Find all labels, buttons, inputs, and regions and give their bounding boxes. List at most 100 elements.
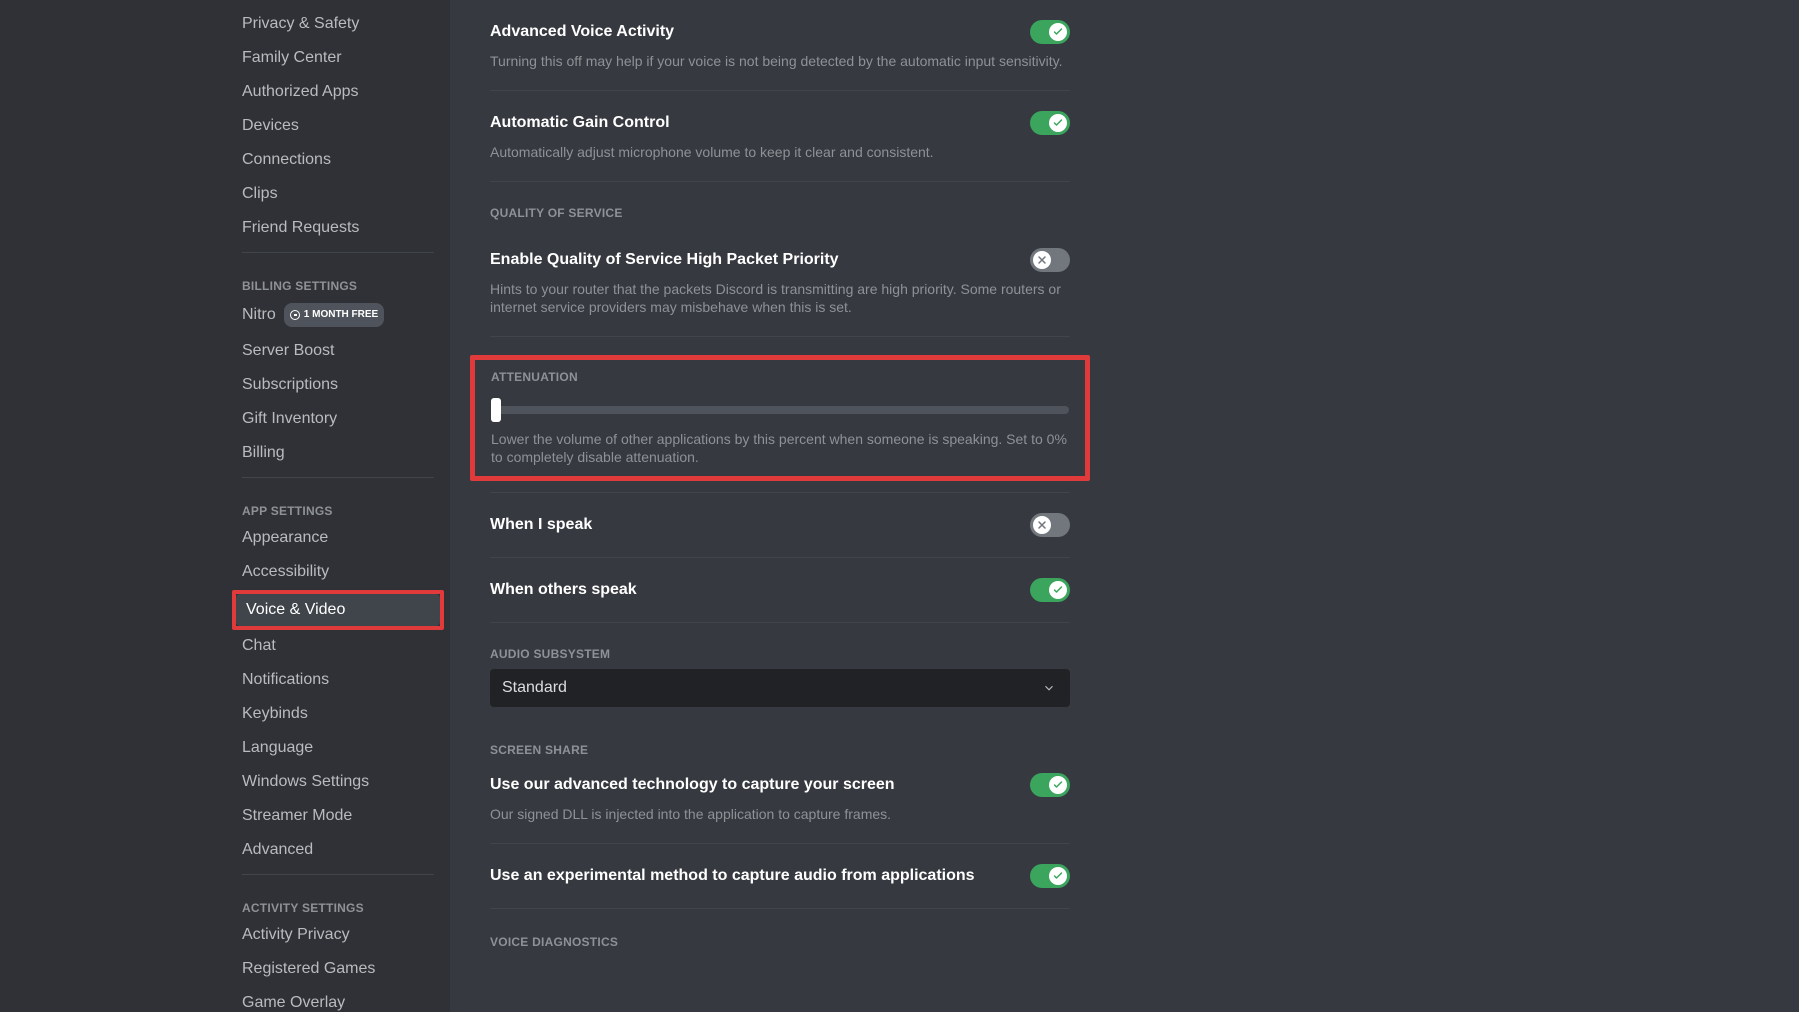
toggle-when-i-speak[interactable] [1030, 513, 1070, 537]
sidebar-item-connections[interactable]: Connections [232, 144, 444, 176]
content-inner: Advanced Voice Activity Turning this off… [490, 0, 1070, 1012]
divider [490, 481, 1070, 493]
sidebar-item-gift-inventory[interactable]: Gift Inventory [232, 403, 444, 435]
x-icon [1036, 519, 1048, 531]
x-icon [1036, 254, 1048, 266]
toggle-knob [1033, 516, 1051, 534]
settings-content: Advanced Voice Activity Turning this off… [450, 0, 1799, 1012]
slider-track [491, 406, 1069, 414]
check-icon [1052, 870, 1064, 882]
clock-icon [290, 310, 300, 320]
setting-title: Advanced Voice Activity [490, 23, 674, 41]
sidebar-item-language[interactable]: Language [232, 732, 444, 764]
section-header-qos: Quality of Service [490, 206, 1070, 220]
check-icon [1052, 26, 1064, 38]
sidebar-item-appearance[interactable]: Appearance [232, 522, 444, 554]
toggle-when-others-speak[interactable] [1030, 578, 1070, 602]
setting-title: When I speak [490, 516, 592, 534]
setting-title: Use our advanced technology to capture y… [490, 776, 895, 794]
setting-desc: Hints to your router that the packets Di… [490, 280, 1070, 316]
sidebar-header-activity: Activity Settings [232, 883, 444, 919]
setting-desc: Automatically adjust microphone volume t… [490, 143, 1070, 161]
toggle-advanced-voice-activity[interactable] [1030, 20, 1070, 44]
toggle-knob [1049, 23, 1067, 41]
settings-app: Privacy & Safety Family Center Authorize… [0, 0, 1799, 1012]
sidebar-item-advanced[interactable]: Advanced [232, 834, 444, 866]
chevron-down-icon [1040, 679, 1058, 697]
setting-head: When others speak [490, 578, 1070, 602]
sidebar-item-authorized-apps[interactable]: Authorized Apps [232, 76, 444, 108]
sidebar-item-activity-privacy[interactable]: Activity Privacy [232, 919, 444, 951]
setting-title: Enable Quality of Service High Packet Pr… [490, 251, 839, 269]
sidebar-divider [242, 874, 434, 875]
setting-automatic-gain-control: Automatic Gain Control Automatically adj… [490, 91, 1070, 182]
sidebar-item-privacy-safety[interactable]: Privacy & Safety [232, 8, 444, 40]
setting-head: When I speak [490, 513, 1070, 537]
toggle-knob [1049, 114, 1067, 132]
sidebar-item-label: Nitro [242, 305, 276, 325]
sidebar-item-server-boost[interactable]: Server Boost [232, 335, 444, 367]
sidebar-item-accessibility[interactable]: Accessibility [232, 556, 444, 588]
toggle-knob [1049, 581, 1067, 599]
sidebar-item-keybinds[interactable]: Keybinds [232, 698, 444, 730]
dropdown-value: Standard [502, 679, 567, 697]
sidebar-item-nitro[interactable]: Nitro 1 MONTH FREE [232, 297, 444, 333]
sidebar-item-friend-requests[interactable]: Friend Requests [232, 212, 444, 244]
setting-qos-high-packet-priority: Enable Quality of Service High Packet Pr… [490, 228, 1070, 337]
attenuation-slider[interactable] [491, 398, 1069, 422]
sidebar-divider [242, 252, 434, 253]
section-header-attenuation: Attenuation [491, 370, 1069, 384]
audio-subsystem-dropdown[interactable]: Standard [490, 669, 1070, 707]
setting-desc: Turning this off may help if your voice … [490, 52, 1070, 70]
setting-title: Use an experimental method to capture au… [490, 867, 975, 885]
sidebar-item-clips[interactable]: Clips [232, 178, 444, 210]
check-icon [1052, 584, 1064, 596]
nitro-free-badge: 1 MONTH FREE [284, 303, 384, 327]
settings-sidebar: Privacy & Safety Family Center Authorize… [0, 0, 450, 1012]
sidebar-item-voice-video[interactable]: Voice & Video [236, 594, 440, 626]
toggle-automatic-gain-control[interactable] [1030, 111, 1070, 135]
sidebar-item-notifications[interactable]: Notifications [232, 664, 444, 696]
toggle-knob [1049, 867, 1067, 885]
sidebar-item-registered-games[interactable]: Registered Games [232, 953, 444, 985]
setting-when-others-speak: When others speak [490, 558, 1070, 623]
sidebar-divider [242, 477, 434, 478]
setting-title: When others speak [490, 581, 637, 599]
check-icon [1052, 117, 1064, 129]
setting-when-i-speak: When I speak [490, 493, 1070, 558]
slider-thumb[interactable] [491, 398, 501, 422]
setting-head: Advanced Voice Activity [490, 20, 1070, 44]
setting-desc: Our signed DLL is injected into the appl… [490, 805, 1070, 823]
sidebar-item-game-overlay[interactable]: Game Overlay [232, 987, 444, 1012]
section-header-audio-subsystem: Audio Subsystem [490, 647, 1070, 661]
sidebar-item-billing[interactable]: Billing [232, 437, 444, 469]
setting-screen-share-experimental-audio: Use an experimental method to capture au… [490, 844, 1070, 909]
setting-desc: Lower the volume of other applications b… [491, 430, 1069, 466]
setting-head: Use an experimental method to capture au… [490, 864, 1070, 888]
sidebar-item-streamer-mode[interactable]: Streamer Mode [232, 800, 444, 832]
toggle-knob [1049, 776, 1067, 794]
sidebar-header-billing: Billing Settings [232, 261, 444, 297]
highlight-voice-video: Voice & Video [232, 590, 444, 630]
sidebar-item-devices[interactable]: Devices [232, 110, 444, 142]
section-header-screen-share: Screen Share [490, 743, 1070, 757]
setting-advanced-voice-activity: Advanced Voice Activity Turning this off… [490, 0, 1070, 91]
toggle-screen-share-experimental-audio[interactable] [1030, 864, 1070, 888]
sidebar-item-windows-settings[interactable]: Windows Settings [232, 766, 444, 798]
setting-head: Automatic Gain Control [490, 111, 1070, 135]
setting-title: Automatic Gain Control [490, 114, 670, 132]
sidebar-item-chat[interactable]: Chat [232, 630, 444, 662]
toggle-knob [1033, 251, 1051, 269]
section-header-voice-diagnostics: Voice Diagnostics [490, 935, 1070, 949]
sidebar-list: Privacy & Safety Family Center Authorize… [232, 8, 450, 1012]
sidebar-item-family-center[interactable]: Family Center [232, 42, 444, 74]
setting-head: Use our advanced technology to capture y… [490, 773, 1070, 797]
setting-screen-share-advanced: Use our advanced technology to capture y… [490, 765, 1070, 844]
toggle-qos[interactable] [1030, 248, 1070, 272]
toggle-screen-share-advanced[interactable] [1030, 773, 1070, 797]
nitro-badge-text: 1 MONTH FREE [304, 305, 378, 325]
sidebar-header-app: App Settings [232, 486, 444, 522]
check-icon [1052, 779, 1064, 791]
setting-head: Enable Quality of Service High Packet Pr… [490, 248, 1070, 272]
sidebar-item-subscriptions[interactable]: Subscriptions [232, 369, 444, 401]
